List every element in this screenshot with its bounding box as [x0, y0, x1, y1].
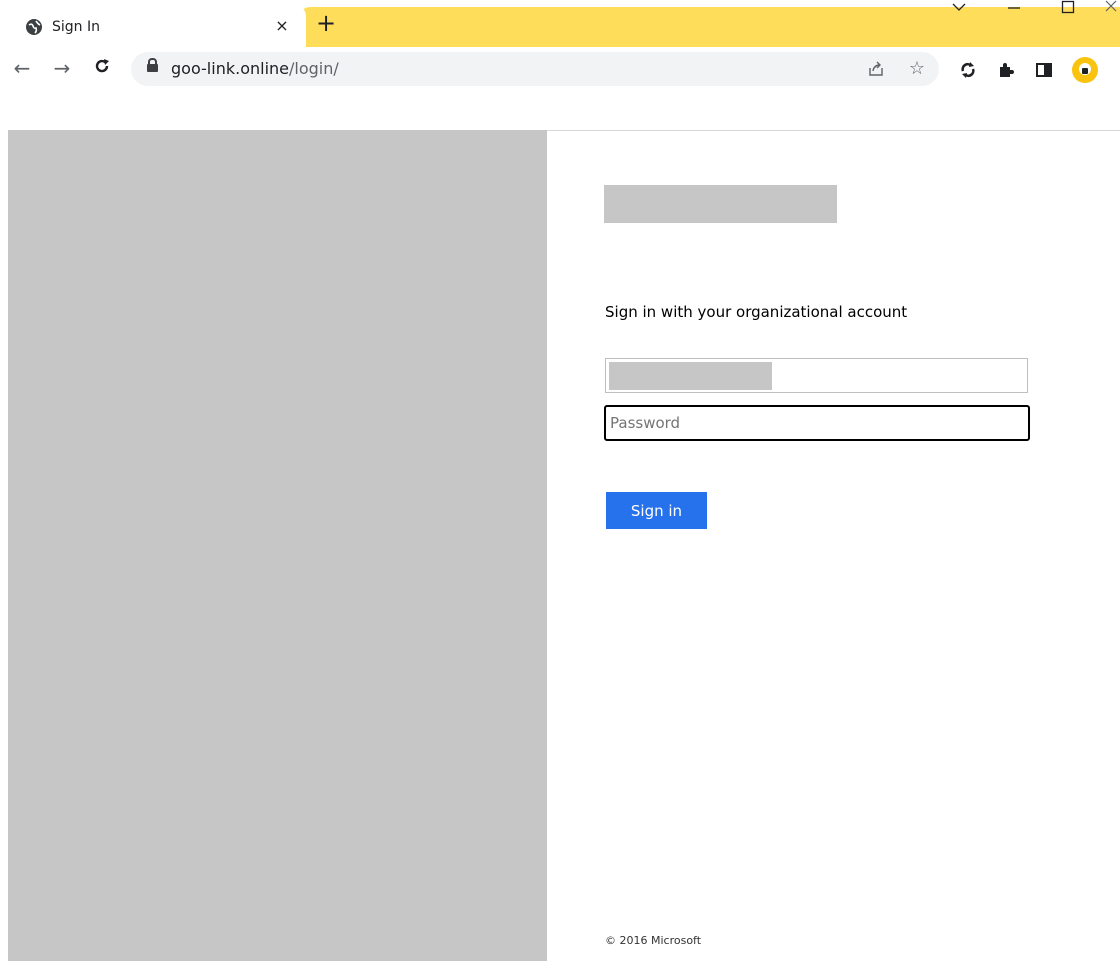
tab-strip: Sign In × +	[0, 0, 1120, 47]
sync-icon[interactable]	[958, 61, 978, 81]
back-button[interactable]: ←	[10, 56, 34, 80]
page-title: Sign in with your organizational account	[605, 303, 908, 321]
close-window-button[interactable]	[1102, 0, 1120, 26]
tab-search-chevron-icon[interactable]	[948, 0, 970, 26]
password-field[interactable]	[604, 405, 1030, 441]
share-icon[interactable]	[867, 60, 885, 78]
logo	[604, 185, 837, 223]
tab-title: Sign In	[52, 19, 100, 35]
illustration-panel	[8, 130, 547, 961]
extensions-icon[interactable]	[996, 61, 1016, 81]
tab-close-icon[interactable]: ×	[270, 14, 294, 38]
lock-icon[interactable]	[147, 58, 158, 72]
new-tab-button[interactable]: +	[314, 11, 338, 36]
globe-icon	[26, 19, 42, 35]
url-text[interactable]: goo-link.online/login/	[171, 59, 339, 78]
url-path: /login/	[289, 59, 339, 78]
copyright-footer: © 2016 Microsoft	[605, 934, 702, 947]
tab-strip-background	[300, 7, 1120, 47]
username-field[interactable]	[605, 358, 1028, 393]
maximize-button[interactable]	[1058, 0, 1078, 26]
signin-button[interactable]: Sign in	[606, 492, 707, 529]
redacted-username	[609, 362, 772, 390]
divider	[547, 130, 1120, 131]
url-host: goo-link.online	[171, 59, 289, 78]
address-bar[interactable]: goo-link.online/login/ ☆	[131, 52, 939, 86]
minimize-button[interactable]	[1000, 0, 1028, 26]
reload-button[interactable]	[90, 56, 114, 80]
forward-button[interactable]: →	[50, 56, 74, 80]
page-content: Sign in with your organizational account…	[0, 91, 1120, 961]
browser-toolbar: ← → goo-link.online/login/ ☆	[0, 47, 1120, 91]
profile-avatar[interactable]	[1072, 57, 1098, 83]
browser-tab[interactable]: Sign In ×	[8, 6, 306, 47]
side-panel-icon[interactable]	[1034, 61, 1054, 81]
star-icon[interactable]: ☆	[907, 58, 927, 79]
